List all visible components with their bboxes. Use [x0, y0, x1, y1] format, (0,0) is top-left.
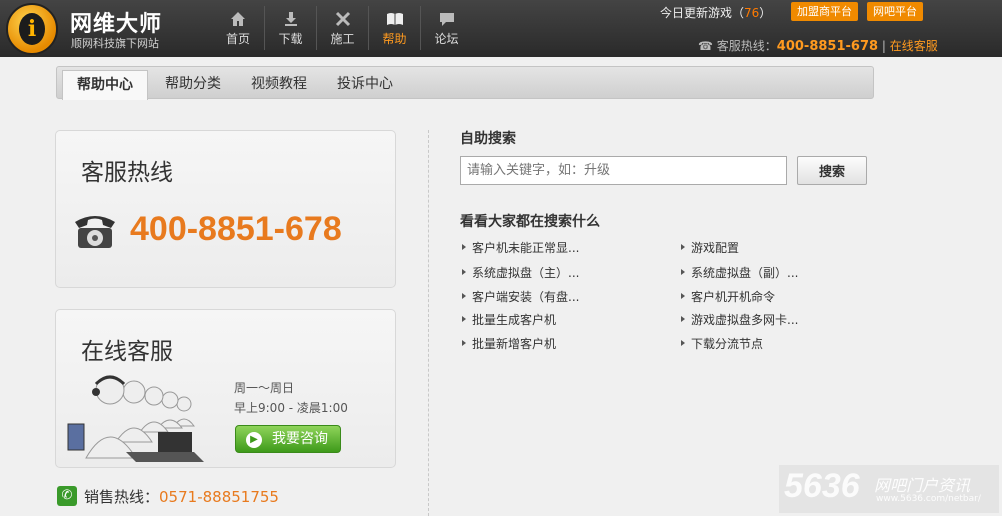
- tools-icon: [335, 11, 350, 27]
- logo-mark: i: [19, 13, 45, 45]
- update-number: 76: [744, 6, 760, 20]
- nav-label: 首页: [225, 32, 250, 46]
- nav-label: 帮助: [382, 32, 407, 46]
- service-days: 周一～周日: [234, 381, 295, 395]
- nav-home[interactable]: 首页: [212, 6, 264, 50]
- popular-link[interactable]: 客户端安装（有盘...: [461, 288, 579, 305]
- tab-help-category[interactable]: 帮助分类: [151, 70, 235, 100]
- chat-icon: [439, 13, 454, 26]
- telephone-icon: ☎: [698, 39, 713, 53]
- hotline-label: 客服热线：: [716, 39, 777, 53]
- service-agents-icon: [67, 375, 204, 462]
- popular-link[interactable]: 游戏配置: [680, 239, 739, 256]
- tab-help-center[interactable]: 帮助中心: [62, 70, 148, 100]
- popular-link[interactable]: 系统虚拟盘（主）...: [461, 264, 579, 281]
- online-box-title: 在线客服: [81, 339, 173, 365]
- self-search-title: 自助搜索: [460, 131, 516, 147]
- popular-link[interactable]: 下载分流节点: [680, 335, 763, 352]
- home-icon: [231, 12, 245, 26]
- popular-link[interactable]: 批量生成客户机: [461, 311, 556, 328]
- nav-help[interactable]: 帮助: [368, 6, 420, 50]
- search-button[interactable]: 搜索: [797, 156, 867, 185]
- site-subtitle: 顺网科技旗下网站: [71, 37, 159, 50]
- search-input[interactable]: [460, 156, 787, 185]
- hotline-number: 400-8851-678: [776, 39, 879, 54]
- consult-button[interactable]: ▶ 我要咨询: [235, 425, 341, 453]
- telephone-icon: [75, 216, 115, 248]
- games-update-count[interactable]: 今日更新游戏（76）: [660, 4, 771, 21]
- popular-link[interactable]: 客户机未能正常显...: [461, 239, 579, 256]
- partner-platform-button[interactable]: 加盟商平台: [791, 2, 858, 21]
- popular-searches-title: 看看大家都在搜索什么: [460, 214, 600, 230]
- nav-download[interactable]: 下载: [264, 6, 316, 50]
- update-prefix: 今日更新游戏（: [660, 6, 745, 20]
- watermark-url: www.5636.com/netbar/: [876, 494, 981, 504]
- nav-construction[interactable]: 施工: [316, 6, 368, 50]
- popular-link[interactable]: 客户机开机命令: [680, 288, 775, 305]
- watermark-text: 网吧门户资讯: [874, 476, 971, 495]
- nav-forum[interactable]: 论坛: [420, 6, 472, 50]
- hotline-box: 客服热线 400-8851-678: [55, 130, 396, 288]
- popular-link[interactable]: 批量新增客户机: [461, 335, 556, 352]
- online-service-box: 在线客服 周一～周日 早上9:00 - 凌晨1:00 ▶ 我要咨询: [55, 309, 396, 468]
- help-tab-bar: 帮助中心 帮助分类 视频教程 投诉中心: [56, 66, 874, 100]
- top-header: i 网维大师 顺网科技旗下网站 首页 下载 施工 帮助 论坛 今日更新游戏（76…: [0, 0, 1002, 57]
- nav-label: 论坛: [434, 32, 459, 46]
- phone-icon: ✆: [57, 486, 77, 506]
- tab-video-tutorial[interactable]: 视频教程: [237, 70, 321, 100]
- popular-link[interactable]: 游戏虚拟盘多网卡...: [680, 311, 798, 328]
- nav-label: 下载: [278, 32, 303, 46]
- online-service-link[interactable]: 在线客服: [890, 39, 938, 53]
- service-hours: 早上9:00 - 凌晨1:00: [234, 401, 348, 415]
- hotline-big-number: 400-8851-678: [130, 210, 342, 248]
- popular-link[interactable]: 系统虚拟盘（副）...: [680, 264, 798, 281]
- main-nav: 首页 下载 施工 帮助 论坛: [212, 6, 472, 50]
- sales-number: 0571-88851755: [159, 488, 279, 506]
- site-title[interactable]: 网维大师: [70, 6, 162, 38]
- consult-button-label: 我要咨询: [272, 431, 328, 447]
- column-divider: [428, 130, 429, 516]
- nav-label: 施工: [330, 32, 355, 46]
- watermark-logo: 5636: [784, 467, 860, 505]
- update-suffix: ）: [759, 6, 772, 20]
- download-icon: [284, 12, 297, 26]
- arrow-right-icon: ▶: [246, 432, 262, 448]
- header-hotline: ☎ 客服热线：400-8851-678 | 在线客服: [698, 37, 938, 54]
- logo-icon[interactable]: i: [6, 3, 58, 55]
- hotline-separator: |: [878, 39, 890, 53]
- hotline-box-title: 客服热线: [81, 160, 173, 186]
- tab-complaint-center[interactable]: 投诉中心: [323, 70, 407, 100]
- sales-label: 销售热线：: [84, 488, 160, 506]
- netbar-platform-button[interactable]: 网吧平台: [867, 2, 923, 21]
- sales-hotline: 销售热线：0571-88851755: [84, 486, 279, 507]
- book-icon: [386, 13, 403, 25]
